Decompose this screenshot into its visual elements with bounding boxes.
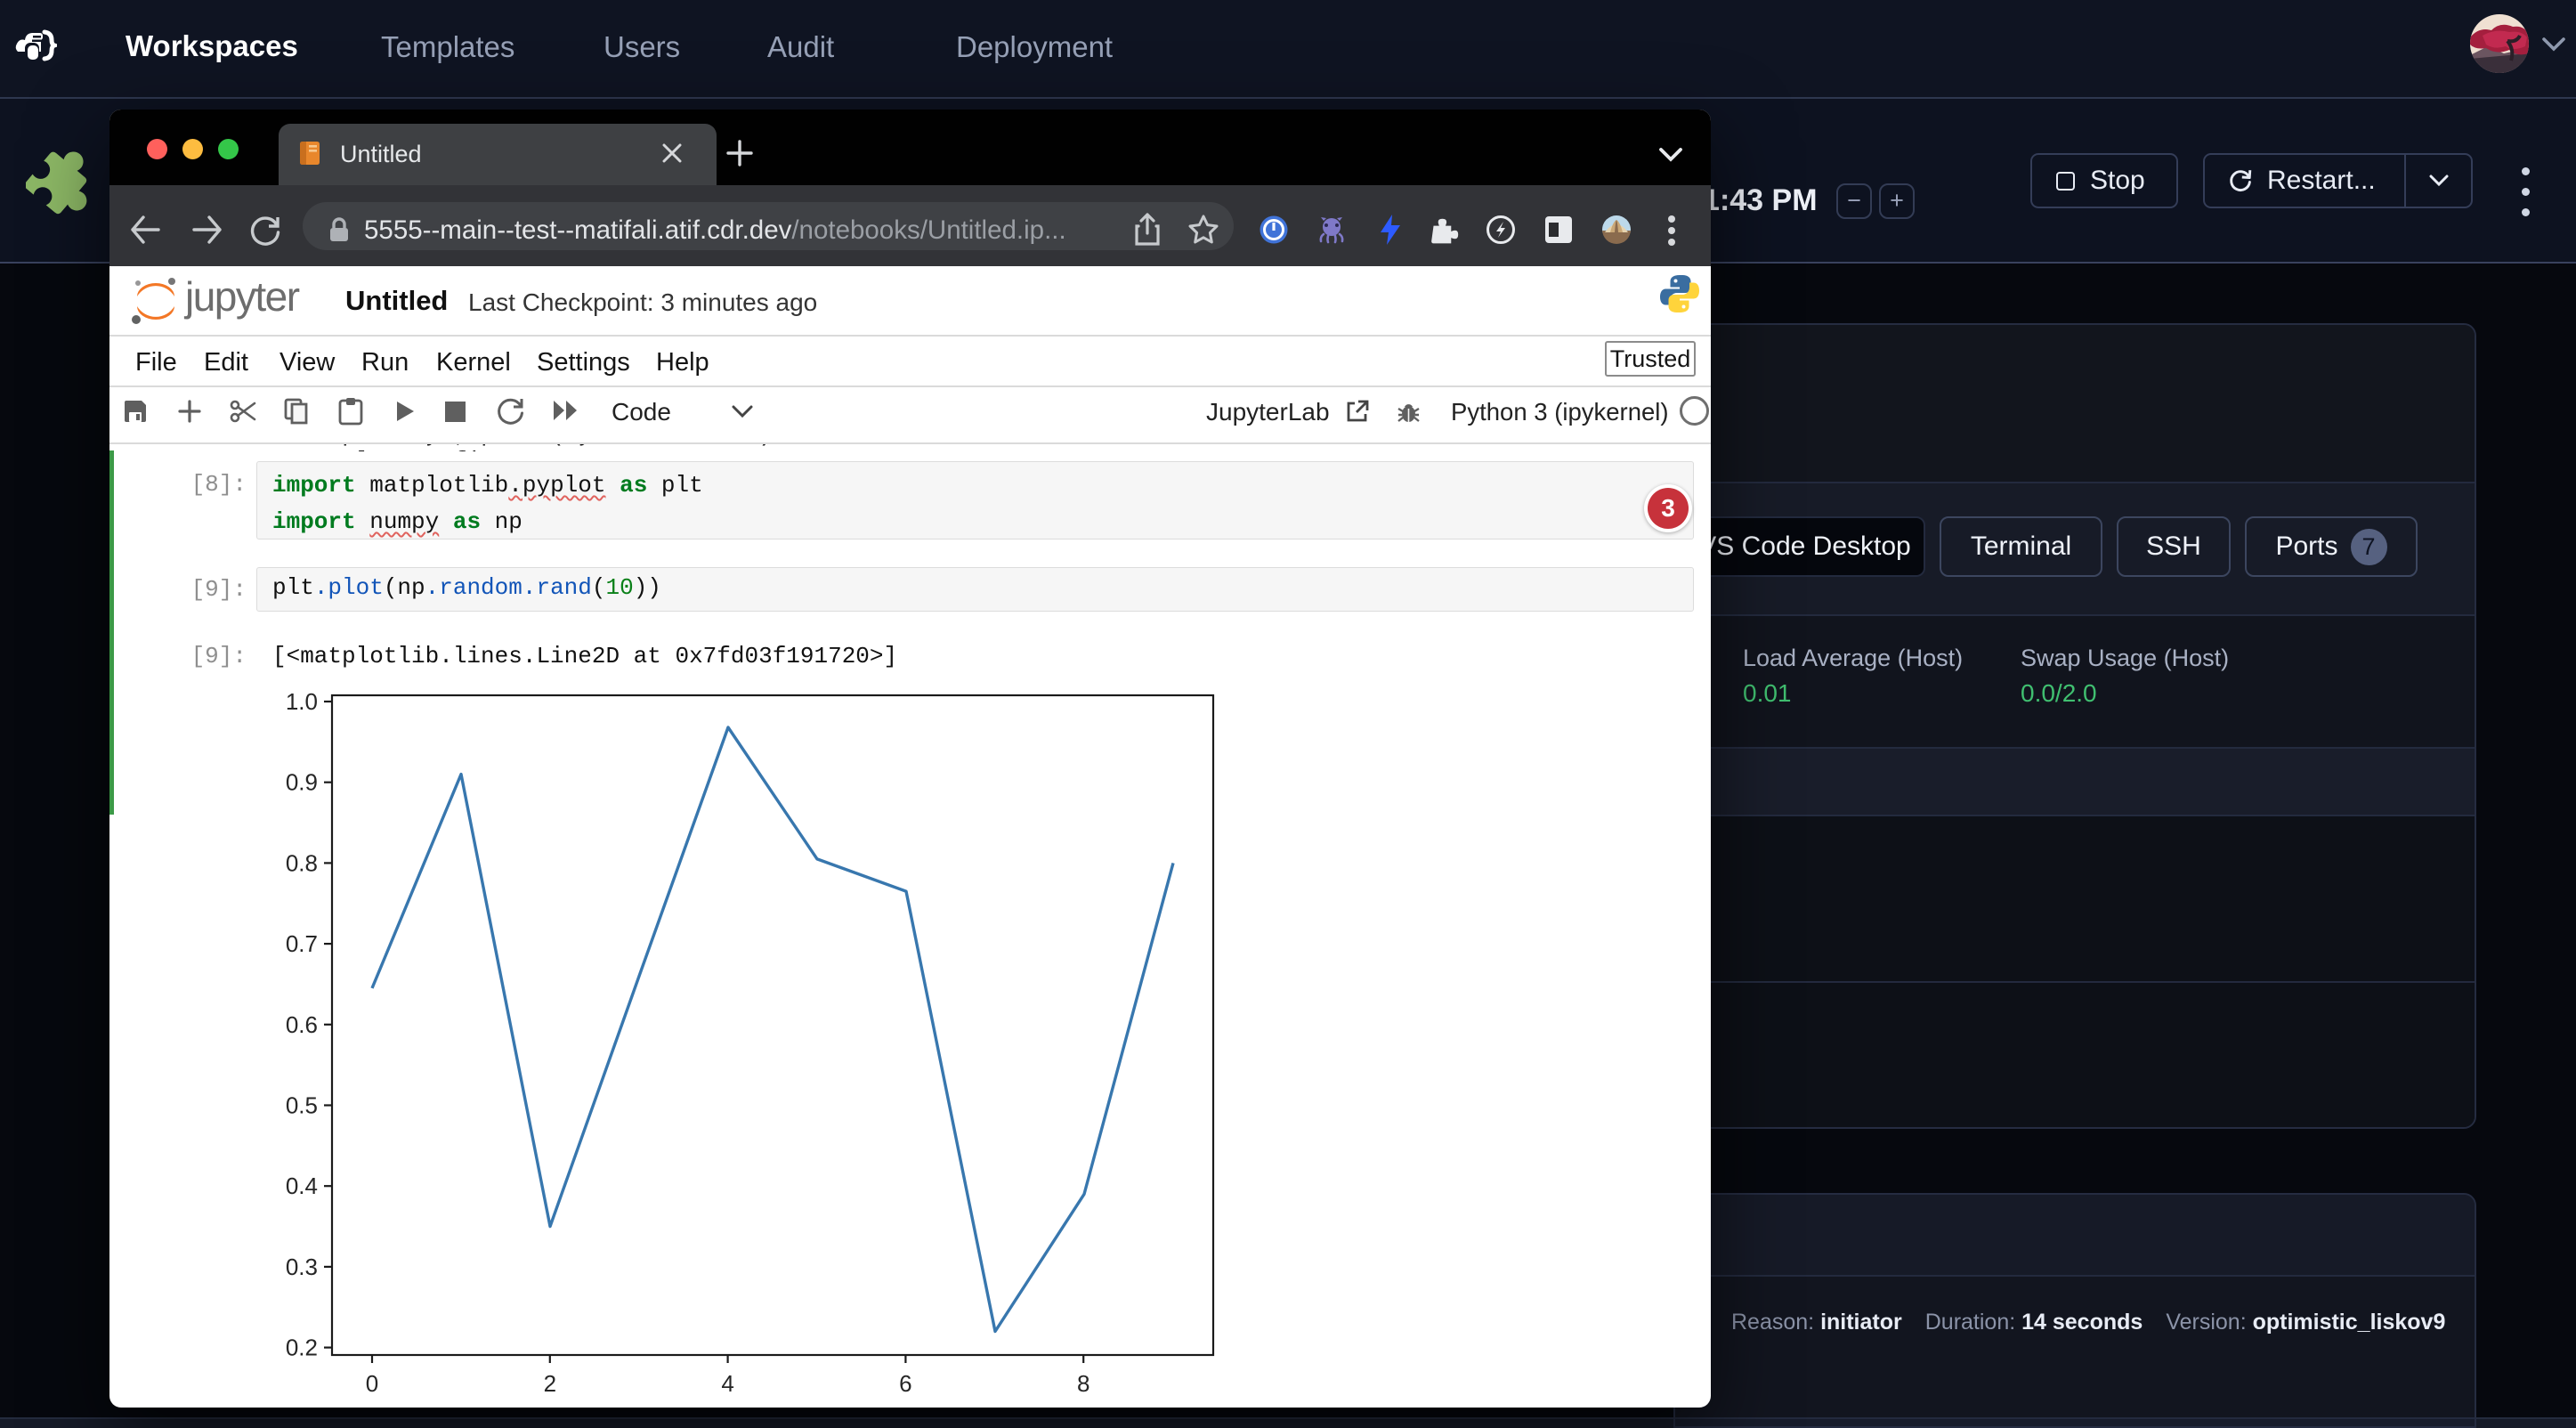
svg-text:0.9: 0.9 [286,769,318,796]
svg-text:0.3: 0.3 [286,1254,318,1280]
svg-text:2: 2 [544,1370,556,1397]
svg-text:0.7: 0.7 [286,930,318,957]
svg-text:0.2: 0.2 [286,1335,318,1361]
svg-text:0.6: 0.6 [286,1011,318,1038]
svg-text:1.0: 1.0 [286,688,318,715]
svg-text:4: 4 [721,1370,733,1397]
svg-text:0: 0 [366,1370,378,1397]
svg-text:0.8: 0.8 [286,849,318,876]
svg-text:0.5: 0.5 [286,1092,318,1119]
svg-text:0.4: 0.4 [286,1172,318,1199]
svg-text:6: 6 [899,1370,911,1397]
svg-text:8: 8 [1077,1370,1090,1397]
